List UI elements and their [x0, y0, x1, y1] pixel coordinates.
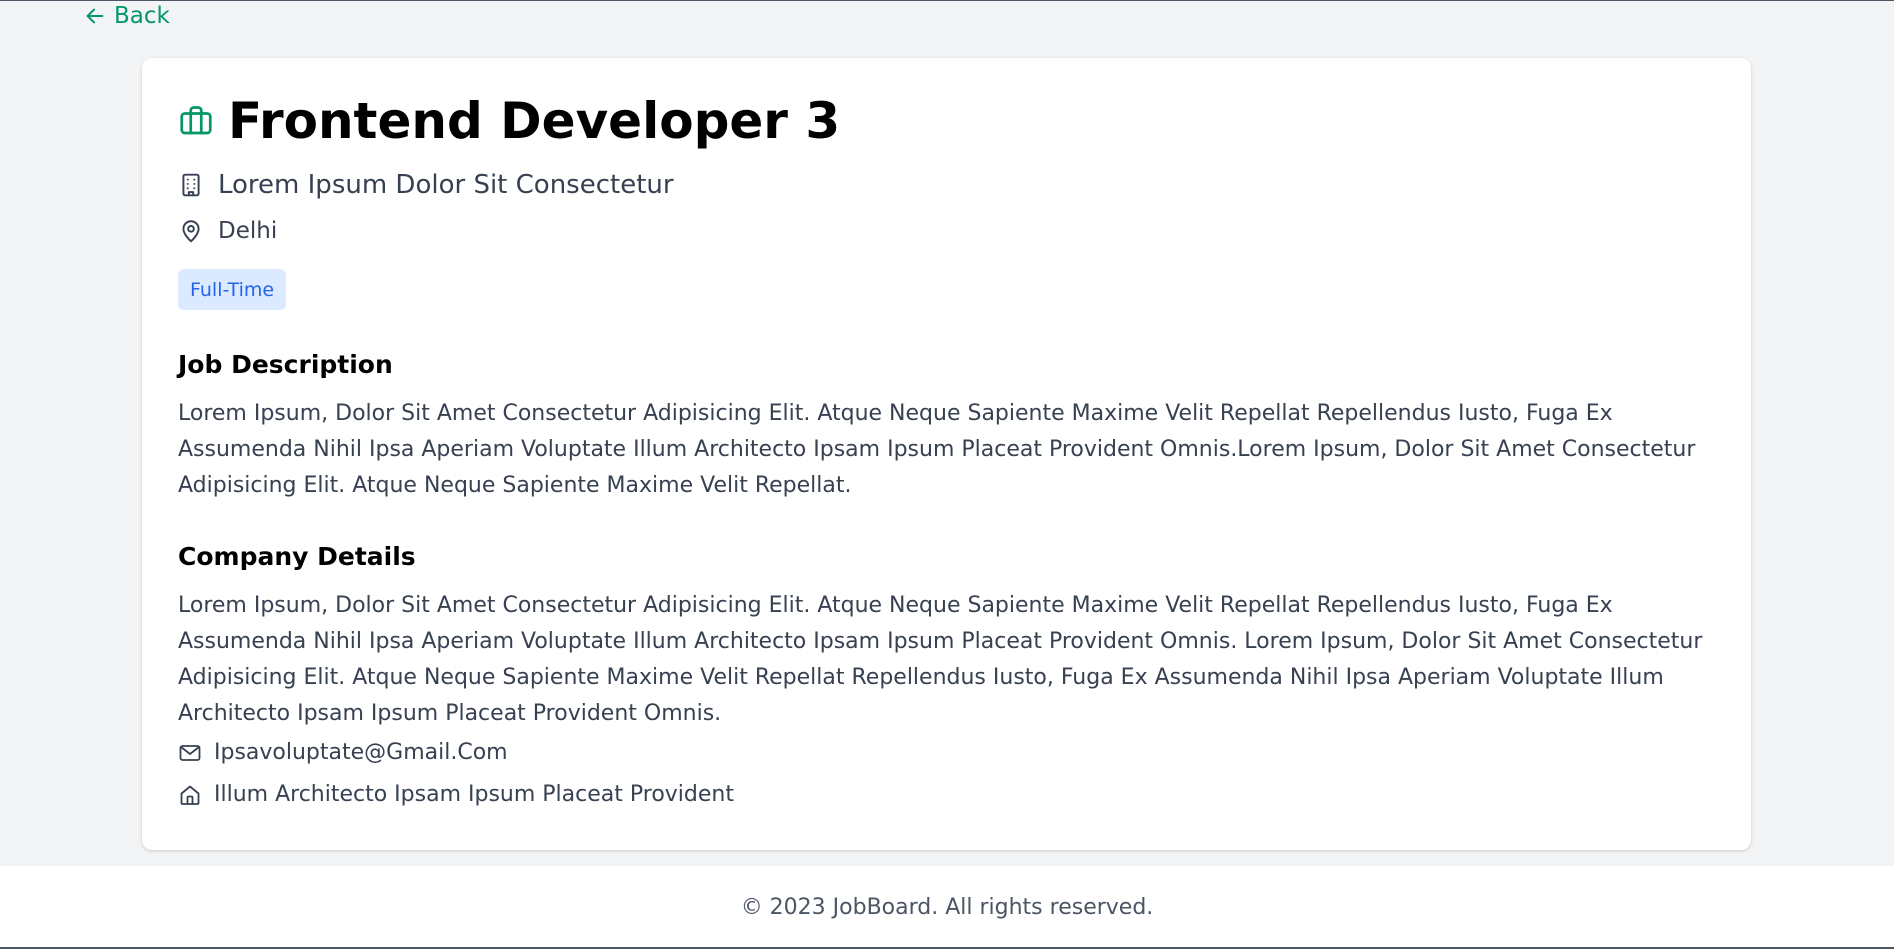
page-footer: © 2023 JobBoard. All rights reserved. — [0, 866, 1894, 949]
company-email-row: Ipsavoluptate@Gmail.Com — [178, 740, 508, 765]
company-email: Ipsavoluptate@Gmail.Com — [214, 740, 508, 765]
briefcase-icon — [178, 103, 214, 139]
location-text: Delhi — [218, 218, 278, 244]
home-icon — [178, 783, 202, 807]
back-label: Back — [114, 3, 170, 29]
map-pin-icon — [178, 218, 204, 244]
company-name-row: Lorem Ipsum Dolor Sit Consectetur — [178, 170, 674, 200]
back-link[interactable]: Back — [84, 3, 170, 29]
company-address-row: Illum Architecto Ipsam Ipsum Placeat Pro… — [178, 782, 734, 807]
company-address: Illum Architecto Ipsam Ipsum Placeat Pro… — [214, 782, 734, 807]
location-row: Delhi — [178, 218, 277, 244]
arrow-left-icon — [84, 5, 106, 27]
company-details-heading: Company Details — [178, 542, 416, 571]
job-detail-card: Frontend Developer 3 Lorem Ipsum Dolor S… — [142, 58, 1751, 850]
job-type-badge: Full-Time — [178, 269, 287, 310]
job-title-row: Frontend Developer 3 — [178, 96, 840, 146]
job-description-heading: Job Description — [178, 350, 393, 379]
job-title: Frontend Developer 3 — [228, 92, 841, 150]
mail-icon — [178, 741, 202, 765]
top-border — [0, 0, 1894, 1]
footer-copyright: © 2023 JobBoard. All rights reserved. — [740, 895, 1154, 920]
company-name: Lorem Ipsum Dolor Sit Consectetur — [218, 170, 674, 200]
building-icon — [178, 172, 204, 198]
job-description-text: Lorem Ipsum, Dolor Sit Amet Consectetur … — [178, 401, 1696, 498]
company-details-text: Lorem Ipsum, Dolor Sit Amet Consectetur … — [178, 593, 1703, 726]
